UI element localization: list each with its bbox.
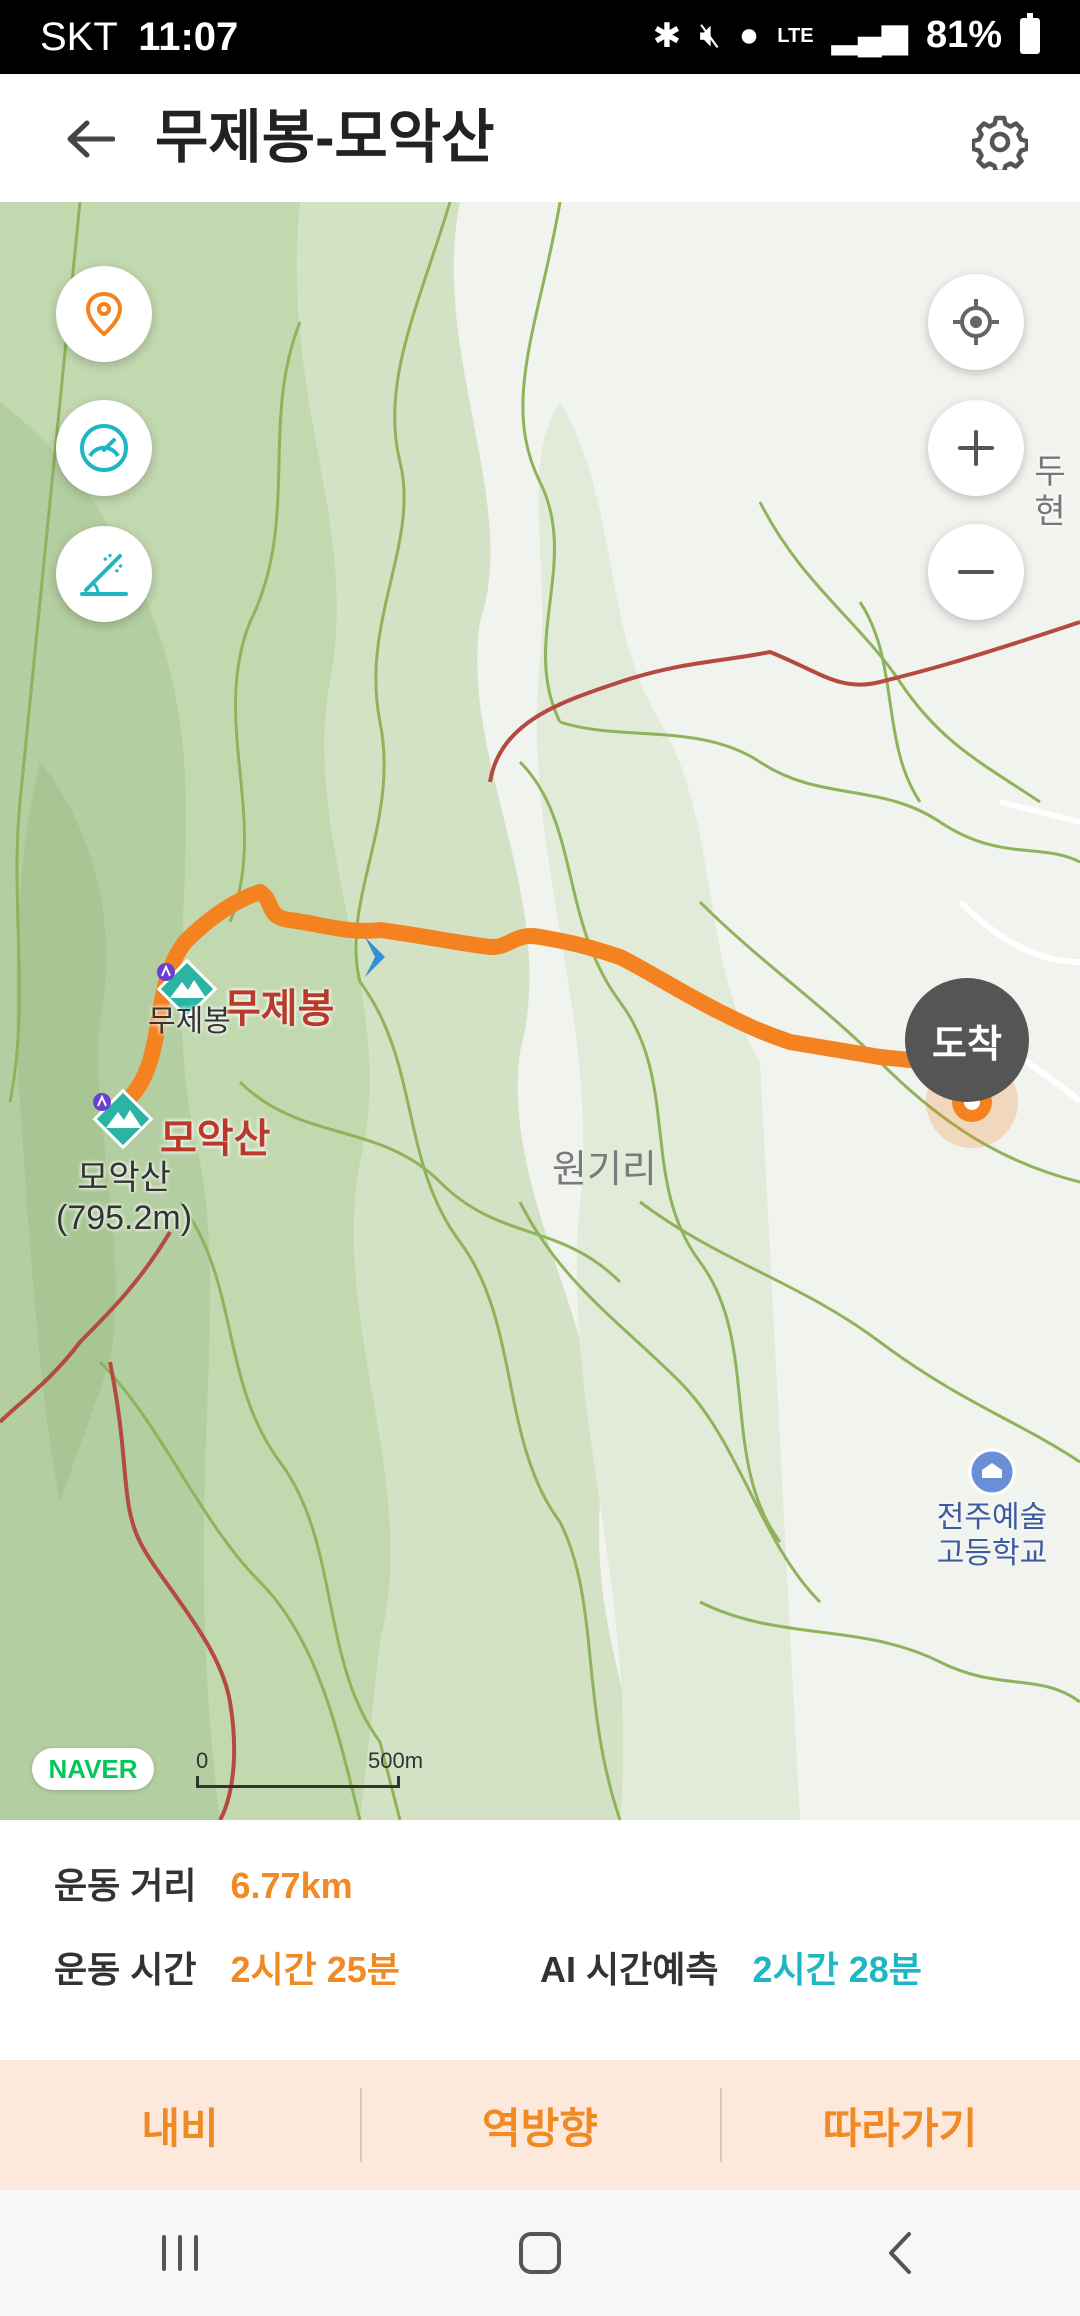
clock: 11:07 [138,15,239,59]
battery-icon [1020,12,1040,54]
follow-route-button[interactable]: 따라가기 [720,2060,1080,2190]
peak-label-mujebong: 무제봉 [224,987,335,1031]
status-right: ✱ 🔇︎ ● LTE ▂▄▆ 81% [652,12,1040,57]
peak-sublabel-moaksan: 모악산 (795.2m) [56,1158,192,1238]
my-location-button[interactable] [928,274,1024,370]
navi-button[interactable]: 내비 [0,2060,360,2190]
zoom-out-button[interactable] [928,524,1024,620]
bluetooth-icon: ✱ [652,16,682,55]
map-scale: 0 500m [196,1748,423,1798]
speed-gauge-button[interactable] [56,400,152,496]
peak-sublabel-name: 모악산 [77,1159,171,1197]
time-label: 운동 시간 [54,1949,197,1990]
action-bar: 내비 역방향 따라가기 [0,2060,1080,2190]
mute-icon: 🔇︎ [699,16,721,54]
map-view[interactable]: 두현 무제봉 무제봉 모악산 모악산 (795.2m) 원기리 도착 전주예술 … [0,202,1080,1820]
location-pin-button[interactable] [56,266,152,362]
reverse-direction-button[interactable]: 역방향 [360,2060,720,2190]
app-header: 무제봉-모악산 [0,74,1080,202]
distance-row: 운동 거리 6.77km [54,1864,353,1908]
speedometer-icon [80,424,128,472]
edge-place-label: 두현 [1034,453,1066,531]
location-pin-icon [85,291,123,337]
distance-label: 운동 거리 [54,1865,197,1906]
location-icon: ● [738,16,760,54]
summit-flag-icon [93,1093,111,1111]
page-title: 무제봉-모악산 [155,105,495,170]
settings-button[interactable] [960,102,1040,182]
signal-icon: ▂▄▆ [831,16,908,55]
zoom-in-button[interactable] [928,400,1024,496]
gear-icon [972,115,1028,170]
naver-logo: NAVER [32,1748,154,1790]
system-nav-bar [0,2190,1080,2316]
time-value: 2시간 25분 [230,1949,400,1990]
scale-length: 500m [368,1748,424,1773]
home-icon [519,2232,561,2274]
carrier: SKT [40,15,118,59]
recent-apps-button[interactable] [120,2208,240,2298]
ai-time-value: 2시간 28분 [752,1949,922,1990]
peak-label-moaksan: 모악산 [160,1117,271,1161]
plus-icon [958,430,994,466]
scale-bar [196,1776,400,1788]
school-poi-icon [968,1448,1016,1496]
recent-apps-icon [162,2235,198,2271]
back-button[interactable] [50,104,130,174]
school-label: 전주예술 고등학교 [936,1501,1048,1570]
ai-time-row: AI 시간예측 2시간 28분 [540,1948,922,1992]
home-button[interactable] [480,2208,600,2298]
arrive-marker[interactable]: 도착 [905,978,1029,1102]
elevation-slope-button[interactable] [56,526,152,622]
time-row: 운동 시간 2시간 25분 [54,1948,400,1992]
crosshair-icon [953,299,999,345]
lte-icon: LTE [777,24,814,47]
stats-panel: 운동 거리 6.77km 운동 시간 2시간 25분 AI 시간예측 2시간 2… [0,1820,1080,2060]
chevron-left-icon [889,2232,911,2274]
distance-value: 6.77km [230,1865,353,1906]
back-nav-button[interactable] [840,2208,960,2298]
scale-zero: 0 [196,1748,209,1773]
arrow-left-icon [67,120,115,158]
village-label: 원기리 [552,1149,657,1191]
minus-icon [958,570,994,574]
summit-flag-icon [157,963,175,981]
ai-time-label: AI 시간예측 [540,1949,719,1990]
status-left: SKT 11:07 [40,16,238,58]
slope-icon [80,552,128,596]
battery-percent: 81% [925,14,1002,56]
status-bar: SKT 11:07 ✱ 🔇︎ ● LTE ▂▄▆ 81% [0,0,1080,74]
peak-elevation: (795.2m) [56,1199,193,1237]
peak-sublabel-mujebong: 무제봉 [148,1005,231,1038]
